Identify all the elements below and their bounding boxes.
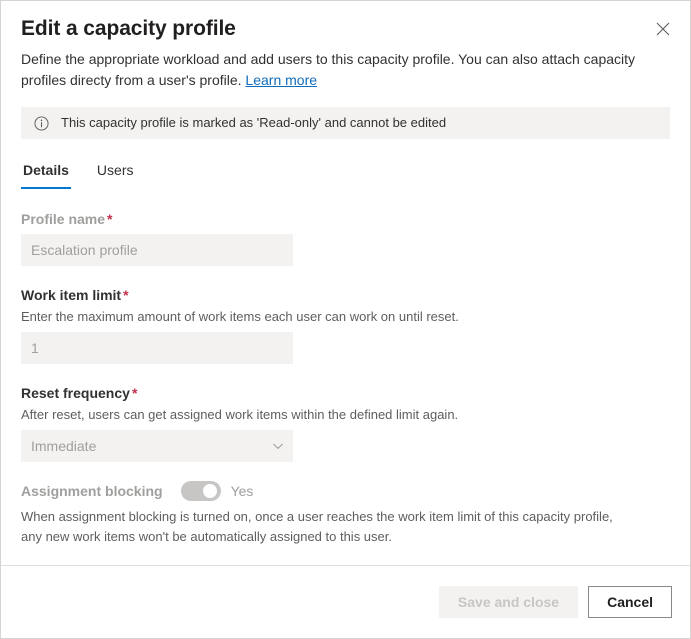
close-button[interactable] [648, 14, 678, 44]
work-item-limit-label: Work item limit * [21, 285, 670, 305]
tab-details[interactable]: Details [21, 160, 71, 189]
work-item-limit-input[interactable]: 1 [21, 332, 293, 364]
save-and-close-button[interactable]: Save and close [438, 586, 579, 618]
cancel-button[interactable]: Cancel [588, 586, 672, 618]
readonly-info-banner: This capacity profile is marked as 'Read… [21, 107, 670, 139]
required-asterisk: * [107, 211, 113, 227]
reset-frequency-label: Reset frequency * [21, 383, 670, 403]
assignment-blocking-toggle[interactable] [180, 481, 221, 501]
assignment-blocking-row: Assignment blocking Yes [21, 481, 670, 501]
assignment-blocking-label: Assignment blocking [21, 483, 163, 499]
dialog-body: Edit a capacity profile Define the appro… [1, 1, 690, 565]
required-asterisk: * [131, 385, 138, 401]
dialog-description-text: Define the appropriate workload and add … [21, 51, 636, 88]
profile-name-label-text: Profile name [21, 211, 106, 227]
assignment-blocking-state: Yes [230, 483, 254, 499]
info-icon [33, 115, 49, 131]
dialog-footer: Save and close Cancel [1, 565, 690, 638]
work-item-limit-label-text: Work item limit [21, 287, 122, 303]
close-icon [656, 22, 670, 36]
reset-frequency-value: Immediate [31, 438, 97, 454]
field-work-item-limit: Work item limit * Enter the maximum amoun… [21, 285, 670, 364]
field-reset-frequency: Reset frequency * After reset, users can … [21, 383, 670, 462]
toggle-knob [202, 484, 217, 498]
profile-name-label: Profile name * [21, 209, 670, 229]
page-title: Edit a capacity profile [21, 17, 236, 40]
reset-frequency-label-text: Reset frequency [21, 385, 130, 401]
assignment-blocking-description: When assignment blocking is turned on, o… [21, 509, 613, 544]
reset-frequency-helper: After reset, users can get assigned work… [21, 407, 459, 422]
tab-list: Details Users [21, 155, 670, 189]
work-item-limit-helper: Enter the maximum amount of work items e… [21, 309, 459, 324]
dialog-description: Define the appropriate workload and add … [21, 49, 670, 91]
field-profile-name: Profile name * Escalation profile [21, 209, 670, 266]
learn-more-link[interactable]: Learn more [245, 72, 317, 88]
tab-users[interactable]: Users [95, 160, 136, 189]
banner-text: This capacity profile is marked as 'Read… [61, 115, 447, 130]
details-form: Profile name * Escalation profile Work it… [1, 189, 690, 547]
field-assignment-blocking: Assignment blocking Yes When assignment … [21, 481, 670, 547]
edit-capacity-profile-dialog: Edit a capacity profile Define the appro… [0, 0, 691, 639]
dialog-header: Edit a capacity profile Define the appro… [1, 1, 690, 91]
required-asterisk: * [123, 287, 129, 303]
chevron-down-icon [272, 440, 284, 452]
reset-frequency-dropdown[interactable]: Immediate [21, 430, 293, 462]
profile-name-input[interactable]: Escalation profile [21, 234, 293, 266]
